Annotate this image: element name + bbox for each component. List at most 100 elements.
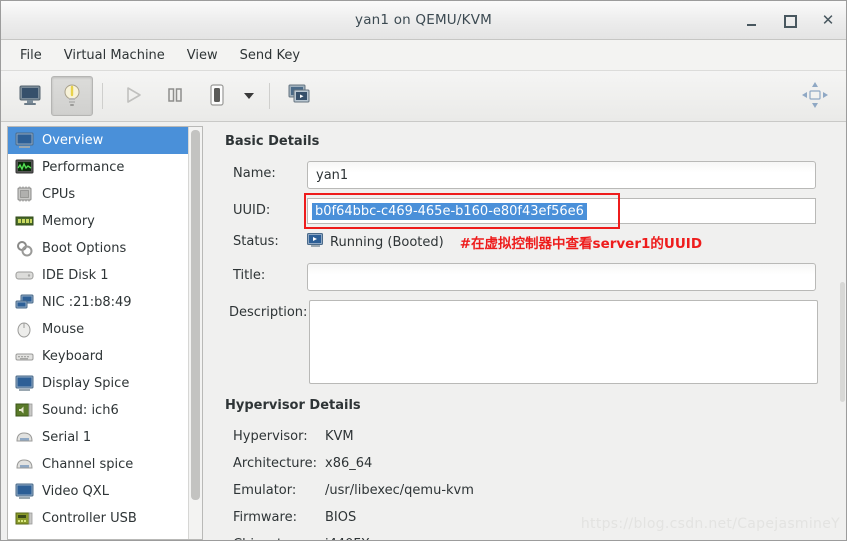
sidebar-item-ide-disk-1[interactable]: IDE Disk 1 — [8, 262, 188, 289]
sidebar-item-mouse[interactable]: Mouse — [8, 316, 188, 343]
sidebar-item-label: Controller USB — [42, 511, 137, 526]
sidebar-item-label: NIC :21:b8:49 — [42, 295, 132, 310]
running-status-icon — [307, 233, 324, 251]
sidebar-item-label: Overview — [42, 133, 104, 148]
status-value-group: Running (Booted) #在虚拟控制器中查看server1的UUID — [307, 229, 702, 252]
sidebar-item-label: CPUs — [42, 187, 76, 202]
mouse-icon — [15, 321, 34, 338]
sidebar-item-label: IDE Disk 1 — [42, 268, 109, 283]
hypervisor-value: KVM — [325, 429, 354, 444]
power-icon — [206, 83, 228, 110]
monitor-icon — [15, 375, 34, 392]
sidebar-item-overview[interactable]: Overview — [8, 127, 188, 154]
resize-arrows-icon — [800, 80, 830, 113]
name-label: Name: — [233, 166, 276, 181]
sidebar-item-label: Memory — [42, 214, 95, 229]
pause-button[interactable] — [154, 76, 196, 116]
sidebar-item-channel-spice[interactable]: Channel spice — [8, 451, 188, 478]
monitor-icon — [15, 132, 34, 149]
monitor-icon — [15, 483, 34, 500]
emulator-row: Emulator: /usr/libexec/qemu-kvm — [219, 477, 832, 504]
cpu-chip-icon — [15, 186, 34, 203]
graph-icon — [15, 159, 34, 176]
toolbar-separator-2 — [269, 83, 270, 109]
sidebar-item-boot-options[interactable]: Boot Options — [8, 235, 188, 262]
sidebar-item-label: Keyboard — [42, 349, 104, 364]
toolbar-separator-1 — [102, 83, 103, 109]
sidebar-item-controller-pci[interactable]: Controller PCI — [8, 532, 188, 539]
window-title: yan1 on QEMU/KVM — [355, 12, 492, 28]
minimize-button[interactable] — [744, 12, 760, 28]
chipset-value: i440FX — [325, 537, 370, 540]
sidebar-item-sound[interactable]: Sound: ich6 — [8, 397, 188, 424]
details-scrollbar-thumb[interactable] — [840, 282, 845, 402]
sidebar-item-serial-1[interactable]: Serial 1 — [8, 424, 188, 451]
memory-stick-icon — [15, 213, 34, 230]
main-body: Overview Performance CPUs Memory Boot Op… — [1, 122, 846, 540]
details-panel: Basic Details Name: yan1 UUID: b0f64bbc-… — [207, 122, 846, 540]
network-icon — [15, 294, 34, 311]
sidebar-item-memory[interactable]: Memory — [8, 208, 188, 235]
play-icon — [123, 85, 143, 108]
status-text: Running (Booted) — [330, 234, 444, 250]
show-console-button[interactable] — [9, 76, 51, 116]
sidebar-item-controller-usb[interactable]: Controller USB — [8, 505, 188, 532]
show-details-button[interactable] — [51, 76, 93, 116]
sidebar-item-label: Sound: ich6 — [42, 403, 119, 418]
controller-card-icon — [15, 537, 34, 539]
description-textarea[interactable] — [309, 300, 818, 384]
menu-item-send-key[interactable]: Send Key — [229, 44, 311, 67]
title-input[interactable] — [307, 263, 816, 291]
firmware-row: Firmware: BIOS — [219, 504, 832, 531]
close-button[interactable]: ✕ — [820, 12, 836, 28]
hypervisor-label: Hypervisor: — [233, 429, 308, 444]
architecture-value: x86_64 — [325, 456, 373, 471]
sound-card-icon — [15, 402, 34, 419]
sidebar-item-display-spice[interactable]: Display Spice — [8, 370, 188, 397]
sidebar-item-label: Display Spice — [42, 376, 130, 391]
menu-item-file[interactable]: File — [9, 44, 53, 67]
sidebar-item-video-qxl[interactable]: Video QXL — [8, 478, 188, 505]
sidebar-item-nic[interactable]: NIC :21:b8:49 — [8, 289, 188, 316]
shutdown-menu-button[interactable] — [238, 77, 260, 115]
maximize-button[interactable] — [782, 12, 798, 28]
title-bar: yan1 on QEMU/KVM ✕ — [1, 1, 846, 40]
menu-item-virtual-machine[interactable]: Virtual Machine — [53, 44, 176, 67]
hypervisor-details-heading: Hypervisor Details — [225, 398, 361, 413]
menu-item-view[interactable]: View — [176, 44, 229, 67]
sidebar-item-cpus[interactable]: CPUs — [8, 181, 188, 208]
name-row: Name: yan1 — [219, 161, 832, 189]
details-scrollbar[interactable] — [838, 132, 846, 540]
sidebar-scrollbar-thumb[interactable] — [191, 130, 200, 500]
sidebar-item-performance[interactable]: Performance — [8, 154, 188, 181]
serial-port-icon — [15, 429, 34, 446]
sidebar-item-label: Channel spice — [42, 457, 134, 472]
name-input[interactable]: yan1 — [307, 161, 816, 189]
monitor-icon — [18, 84, 42, 109]
emulator-value: /usr/libexec/qemu-kvm — [325, 483, 474, 498]
basic-details-heading: Basic Details — [225, 134, 320, 149]
chevron-down-icon — [244, 93, 254, 99]
sidebar-item-label: Video QXL — [42, 484, 109, 499]
emulator-label: Emulator: — [233, 483, 297, 498]
shutdown-button[interactable] — [196, 76, 238, 116]
toolbar — [1, 71, 846, 122]
snapshots-button[interactable] — [279, 76, 321, 116]
uuid-input[interactable]: b0f64bbc-c469-465e-b160-e80f43ef56e6 — [307, 198, 816, 224]
annotation-text: #在虚拟控制器中查看server1的UUID — [459, 236, 703, 252]
run-button[interactable] — [112, 76, 154, 116]
keyboard-icon — [15, 348, 34, 365]
menu-bar: File Virtual Machine View Send Key — [1, 40, 846, 71]
lightbulb-icon — [61, 83, 83, 110]
firmware-value: BIOS — [325, 510, 357, 525]
description-row: Description: — [219, 300, 832, 384]
pause-icon — [166, 85, 184, 108]
sidebar-item-keyboard[interactable]: Keyboard — [8, 343, 188, 370]
architecture-label: Architecture: — [233, 456, 317, 471]
sidebar-scrollbar[interactable] — [188, 127, 202, 539]
sidebar-item-label: Controller PCI — [42, 538, 131, 539]
chipset-label: Chipset: — [219, 537, 325, 540]
status-row: Status: Running (Booted) #在虚拟控制器中查看serve… — [219, 229, 832, 252]
hardware-list-items: Overview Performance CPUs Memory Boot Op… — [8, 127, 188, 539]
resize-to-vm-button[interactable] — [798, 79, 832, 113]
